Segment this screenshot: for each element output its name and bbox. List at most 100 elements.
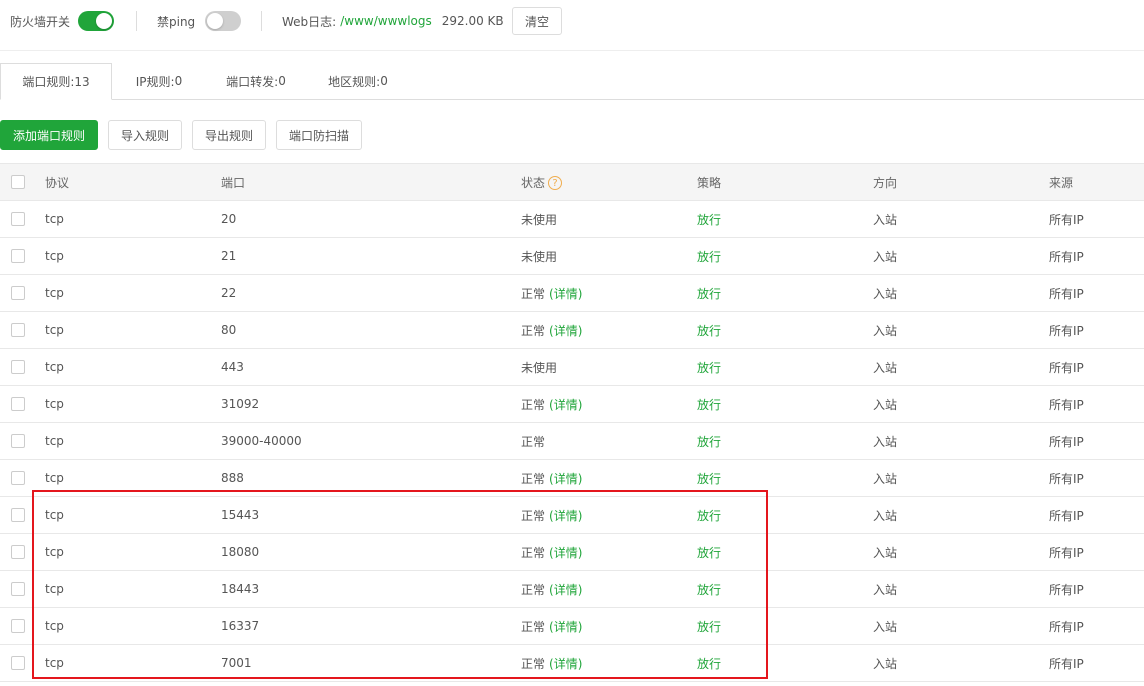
policy-cell: 放行 xyxy=(697,274,873,312)
row-select-cell xyxy=(0,237,45,275)
source-cell: 所有IP xyxy=(1049,533,1144,571)
weblog-path-link[interactable]: /www/wwwlogs xyxy=(340,14,432,28)
tab-region-rules[interactable]: 地区规则: 0 xyxy=(312,63,404,99)
direction-cell: 入站 xyxy=(873,348,1049,386)
import-rules-button[interactable]: 导入规则 xyxy=(108,120,182,150)
status-cell: 正常 (详情) xyxy=(521,459,697,497)
status-text: 正常 xyxy=(521,286,546,301)
weblog-label: Web日志: xyxy=(282,14,337,29)
select-all-cell xyxy=(0,163,45,201)
row-checkbox[interactable] xyxy=(11,286,25,301)
row-select-cell xyxy=(0,459,45,497)
status-detail-link[interactable]: (详情) xyxy=(549,472,582,486)
row-checkbox[interactable] xyxy=(11,323,25,338)
port-cell: 21 xyxy=(221,237,521,275)
status-detail-link[interactable]: (详情) xyxy=(549,398,582,412)
row-checkbox[interactable] xyxy=(11,545,25,560)
add-port-rule-button[interactable]: 添加端口规则 xyxy=(0,120,98,150)
protocol-cell: tcp xyxy=(45,385,221,423)
status-detail-link[interactable]: (详情) xyxy=(549,657,582,671)
port-antiscan-button[interactable]: 端口防扫描 xyxy=(276,120,362,150)
row-checkbox[interactable] xyxy=(11,508,25,523)
protocol-cell: tcp xyxy=(45,533,221,571)
tab-count: 13 xyxy=(74,74,90,89)
protocol-cell: tcp xyxy=(45,348,221,386)
direction-cell: 入站 xyxy=(873,385,1049,423)
firewall-toggle[interactable] xyxy=(78,11,115,31)
source-cell: 所有IP xyxy=(1049,422,1144,460)
status-detail-link[interactable]: (详情) xyxy=(549,324,582,338)
source-cell: 所有IP xyxy=(1049,237,1144,275)
status-cell: 正常 (详情) xyxy=(521,533,697,571)
row-checkbox[interactable] xyxy=(11,249,25,264)
divider xyxy=(261,11,262,31)
ping-toggle[interactable] xyxy=(205,11,242,31)
status-text: 正常 xyxy=(521,397,546,412)
row-checkbox[interactable] xyxy=(11,619,25,634)
ping-switch-label: 禁ping xyxy=(157,14,196,29)
source-cell: 所有IP xyxy=(1049,274,1144,312)
protocol-cell: tcp xyxy=(45,644,221,682)
row-select-cell xyxy=(0,644,45,682)
select-all-checkbox[interactable] xyxy=(11,175,25,190)
table-row: tcp 22 正常 (详情) 放行 入站 所有IP xyxy=(0,274,1144,312)
tab-port-forward[interactable]: 端口转发: 0 xyxy=(210,63,302,99)
protocol-cell: tcp xyxy=(45,459,221,497)
row-select-cell xyxy=(0,533,45,571)
row-checkbox[interactable] xyxy=(11,471,25,486)
clear-log-button[interactable]: 清空 xyxy=(512,7,563,35)
tab-label: 端口转发: xyxy=(226,74,279,89)
status-cell: 正常 xyxy=(521,422,697,460)
row-checkbox[interactable] xyxy=(11,434,25,449)
status-text: 未使用 xyxy=(521,360,558,375)
header-source: 来源 xyxy=(1049,163,1144,201)
status-text: 正常 xyxy=(521,323,546,338)
protocol-cell: tcp xyxy=(45,496,221,534)
source-cell: 所有IP xyxy=(1049,496,1144,534)
port-cell: 80 xyxy=(221,311,521,349)
policy-cell: 放行 xyxy=(697,607,873,645)
status-detail-link[interactable]: (详情) xyxy=(549,583,582,597)
direction-cell: 入站 xyxy=(873,496,1049,534)
source-cell: 所有IP xyxy=(1049,348,1144,386)
row-select-cell xyxy=(0,348,45,386)
tab-label: 端口规则: xyxy=(22,75,75,89)
table-row: tcp 18443 正常 (详情) 放行 入站 所有IP xyxy=(0,570,1144,608)
row-checkbox[interactable] xyxy=(11,656,25,671)
tab-port-rules[interactable]: 端口规则: 13 xyxy=(0,63,112,100)
status-text: 未使用 xyxy=(521,249,558,264)
status-detail-link[interactable]: (详情) xyxy=(549,620,582,634)
row-select-cell xyxy=(0,385,45,423)
table-row: tcp 443 未使用 放行 入站 所有IP xyxy=(0,348,1144,386)
status-text: 正常 xyxy=(521,582,546,597)
direction-cell: 入站 xyxy=(873,422,1049,460)
header-port: 端口 xyxy=(221,163,521,201)
port-cell: 39000-40000 xyxy=(221,422,521,460)
status-detail-link[interactable]: (详情) xyxy=(549,546,582,560)
status-text: 未使用 xyxy=(521,212,558,227)
table-row: tcp 39000-40000 正常 放行 入站 所有IP xyxy=(0,422,1144,460)
question-icon[interactable]: ? xyxy=(548,176,563,190)
divider xyxy=(136,11,137,31)
protocol-cell: tcp xyxy=(45,422,221,460)
port-cell: 16337 xyxy=(221,607,521,645)
row-checkbox[interactable] xyxy=(11,212,25,227)
export-rules-button[interactable]: 导出规则 xyxy=(192,120,266,150)
policy-cell: 放行 xyxy=(697,200,873,238)
source-cell: 所有IP xyxy=(1049,385,1144,423)
protocol-cell: tcp xyxy=(45,311,221,349)
status-detail-link[interactable]: (详情) xyxy=(549,287,582,301)
source-cell: 所有IP xyxy=(1049,570,1144,608)
port-cell: 18080 xyxy=(221,533,521,571)
row-checkbox[interactable] xyxy=(11,397,25,412)
header-status: 状态? xyxy=(521,163,697,201)
row-checkbox[interactable] xyxy=(11,582,25,597)
table-row: tcp 20 未使用 放行 入站 所有IP xyxy=(0,200,1144,238)
policy-cell: 放行 xyxy=(697,422,873,460)
tab-ip-rules[interactable]: IP规则: 0 xyxy=(118,63,200,99)
direction-cell: 入站 xyxy=(873,459,1049,497)
status-detail-link[interactable]: (详情) xyxy=(549,509,582,523)
row-checkbox[interactable] xyxy=(11,360,25,375)
status-cell: 正常 (详情) xyxy=(521,311,697,349)
port-cell: 443 xyxy=(221,348,521,386)
